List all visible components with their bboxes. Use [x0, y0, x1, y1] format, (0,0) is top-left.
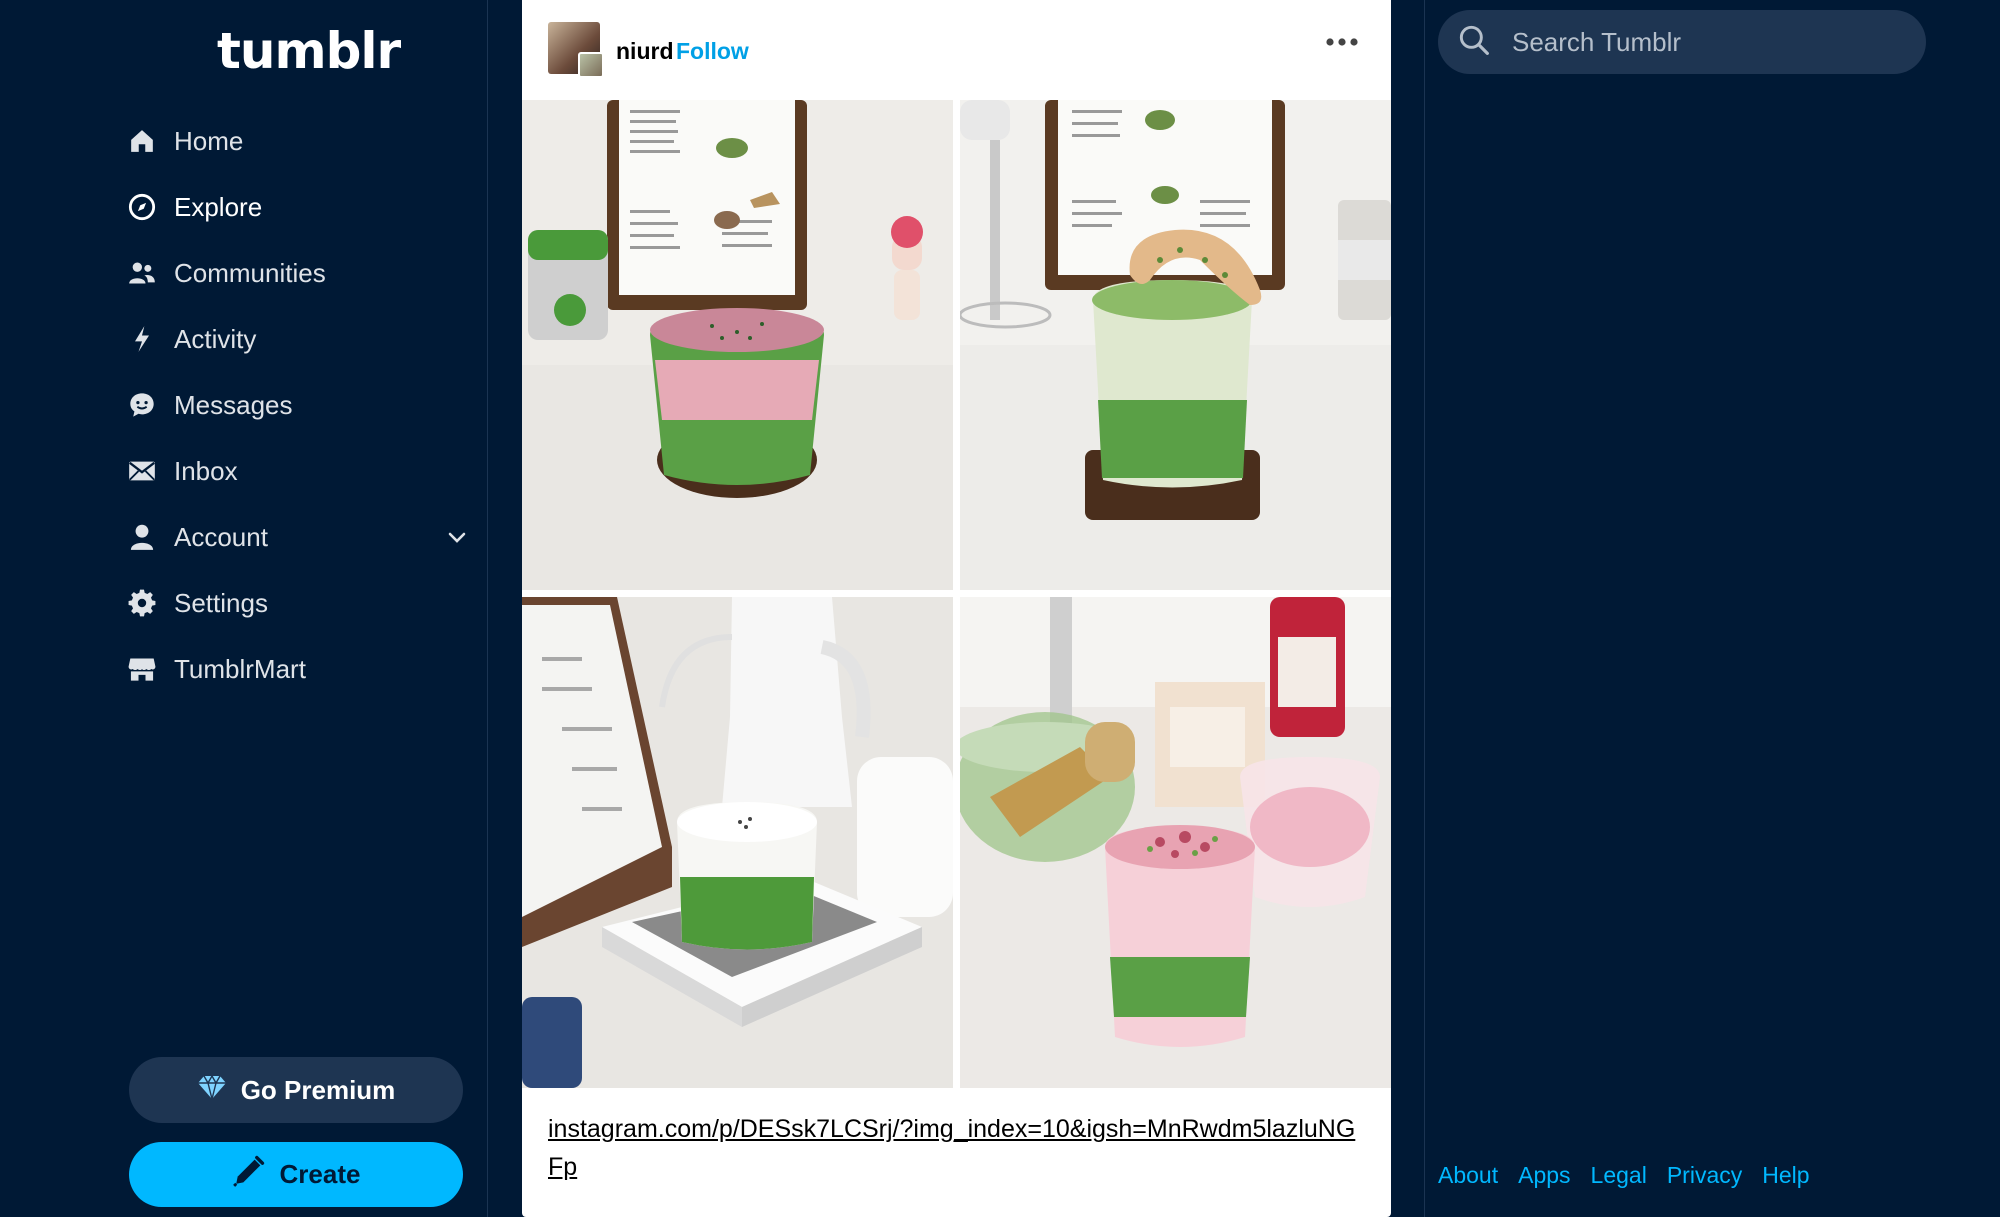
sidebar-item-label: TumblrMart — [174, 653, 306, 684]
chat-bubble-icon — [128, 391, 156, 419]
sidebar-item-label: Messages — [174, 389, 293, 420]
post-photo[interactable] — [960, 100, 1391, 590]
photo-grid — [522, 100, 1391, 1088]
post-card: niurd Follow instagram.com/p/DESsk7LCSrj… — [522, 0, 1391, 1217]
sidebar-item-label: Settings — [174, 587, 268, 618]
more-options-icon[interactable] — [1325, 34, 1359, 52]
post-photo[interactable] — [522, 100, 953, 590]
storefront-icon — [128, 655, 156, 683]
tumblr-logo[interactable]: tumblr — [217, 22, 401, 80]
post-link[interactable]: instagram.com/p/DESsk7LCSrj/?img_index=1… — [548, 1115, 1355, 1181]
pencil-icon — [232, 1154, 280, 1195]
column-divider — [1424, 0, 1425, 1217]
post-username[interactable]: niurd — [616, 38, 674, 65]
sidebar-item-activity[interactable]: Activity — [128, 306, 468, 372]
sidebar-item-label: Account — [174, 521, 268, 552]
compass-icon — [128, 193, 156, 221]
sidebar-item-label: Activity — [174, 323, 257, 354]
search-input[interactable] — [1512, 26, 1892, 58]
search-bar[interactable] — [1438, 10, 1926, 74]
footer-link-apps[interactable]: Apps — [1518, 1162, 1570, 1189]
footer-link-about[interactable]: About — [1438, 1162, 1498, 1189]
person-icon — [128, 523, 156, 551]
create-button[interactable]: Create — [129, 1142, 463, 1207]
sidebar-item-label: Communities — [174, 257, 326, 288]
follow-button[interactable]: Follow — [676, 38, 749, 65]
sidebar-item-communities[interactable]: Communities — [128, 240, 468, 306]
envelope-icon — [128, 457, 156, 485]
sidebar-item-tumblrmart[interactable]: TumblrMart — [128, 636, 468, 702]
create-label: Create — [279, 1159, 361, 1189]
sidebar-item-label: Inbox — [174, 455, 238, 486]
go-premium-button[interactable]: Go Premium — [129, 1057, 463, 1123]
post-header: niurd Follow — [522, 0, 1391, 100]
sidebar-item-messages[interactable]: Messages — [128, 372, 468, 438]
search-icon — [1438, 24, 1512, 61]
secondary-avatar-image — [578, 52, 604, 78]
sidebar-item-settings[interactable]: Settings — [128, 570, 468, 636]
home-icon — [128, 127, 156, 155]
sidebar-item-label: Home — [174, 125, 244, 156]
sidebar-nav: Home Explore Communities Activity Messag… — [128, 108, 468, 702]
chevron-down-icon[interactable] — [446, 526, 468, 553]
footer-link-privacy[interactable]: Privacy — [1667, 1162, 1742, 1189]
post-photo[interactable] — [960, 597, 1391, 1088]
post-photo[interactable] — [522, 597, 953, 1088]
go-premium-label: Go Premium — [240, 1074, 396, 1105]
lightning-icon — [128, 325, 156, 353]
people-icon — [128, 259, 156, 287]
footer-link-help[interactable]: Help — [1762, 1162, 1809, 1189]
diamond-icon — [197, 1074, 241, 1107]
sidebar-item-label: Explore — [174, 191, 263, 222]
avatar[interactable] — [548, 22, 604, 78]
post-body: instagram.com/p/DESsk7LCSrj/?img_index=1… — [548, 1110, 1368, 1186]
sidebar-item-home[interactable]: Home — [128, 108, 468, 174]
sidebar-item-account[interactable]: Account — [128, 504, 468, 570]
footer-link-legal[interactable]: Legal — [1591, 1162, 1647, 1189]
footer-links: About Apps Legal Privacy Help — [1438, 1162, 1830, 1189]
sidebar-item-inbox[interactable]: Inbox — [128, 438, 468, 504]
gear-icon — [128, 589, 156, 617]
sidebar-item-explore[interactable]: Explore — [128, 174, 468, 240]
sidebar: tumblr Home Explore Communities Activity — [0, 0, 488, 1217]
